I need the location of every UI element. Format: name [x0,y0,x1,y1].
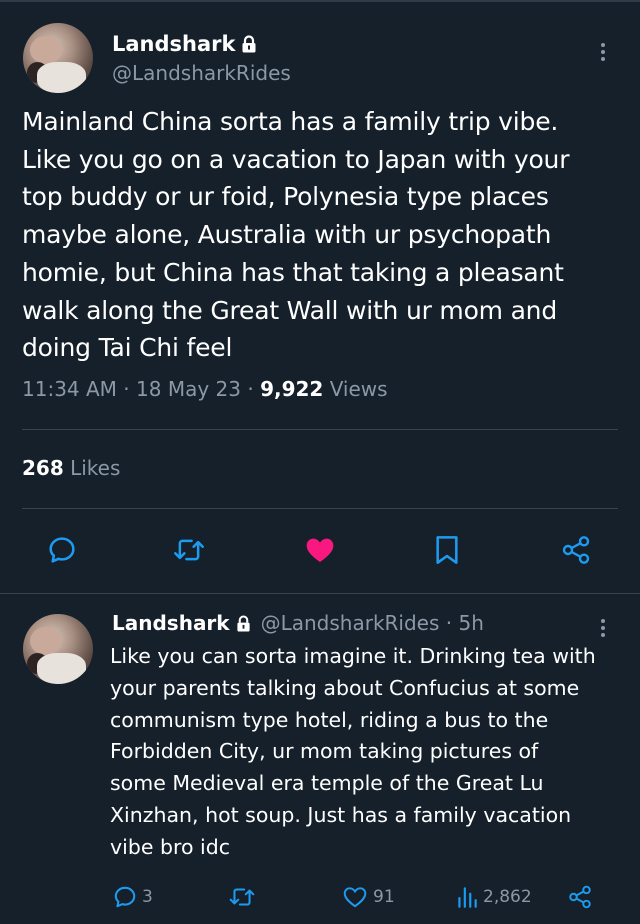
likes-label: Likes [70,456,121,480]
view-count: 2,862 [483,887,532,907]
retweet-icon [229,888,255,906]
lock-icon [237,615,250,632]
reply-count: 3 [142,887,153,907]
views-label: Views [329,377,388,401]
author-name-text: Landshark [112,32,236,56]
author-handle[interactable]: @LandsharkRides [112,61,291,85]
lock-icon [242,35,256,53]
reply-icon [114,886,136,908]
bookmark-icon [436,536,458,564]
more-icon[interactable] [601,616,605,640]
tweet-time[interactable]: 11:34 AM [22,377,117,401]
retweet-button[interactable] [172,534,206,566]
views-count: 9,922 [260,377,324,401]
share-icon [569,885,591,909]
more-icon[interactable] [601,40,605,64]
divider [22,508,618,509]
retweet-icon [174,539,204,561]
reply-button[interactable] [46,534,78,566]
bookmark-button[interactable] [433,534,461,566]
share-button[interactable] [559,534,593,566]
avatar[interactable] [23,23,93,93]
tweet-text: Mainland China sorta has a family trip v… [22,107,570,363]
reply-share-button[interactable] [566,884,594,910]
divider [22,429,618,430]
reply-views-button[interactable]: 2,862 [455,884,532,910]
like-count: 91 [373,887,395,907]
reply-icon [49,537,75,563]
reply-age[interactable]: · 5h [446,611,484,635]
share-icon [562,536,590,564]
avatar[interactable] [23,614,93,684]
author-name[interactable]: Landshark [112,32,257,56]
heart-outline-icon [343,887,367,908]
meta-separator: · [247,377,254,401]
reply-author-handle[interactable]: @LandsharkRides [261,611,440,635]
reply-header: Landshark @LandsharkRides · 5h [112,611,484,635]
reply-like-button[interactable]: 91 [341,884,395,910]
views-icon [458,887,477,908]
meta-separator: · [123,377,130,401]
reply-text: Like you can sorta imagine it. Drinking … [110,644,596,859]
tweet-date[interactable]: 18 May 23 [136,377,241,401]
tweet-metadata: 11:34 AM · 18 May 23 · 9,922 Views [22,377,388,401]
heart-filled-icon [306,538,334,562]
like-button[interactable] [303,534,337,566]
likes-count: 268 [22,456,64,480]
reply-retweet-button[interactable] [228,884,256,910]
divider [0,593,640,594]
reply-reply-button[interactable]: 3 [112,884,153,910]
likes-stat[interactable]: 268 Likes [22,456,120,480]
reply-author-name[interactable]: Landshark [112,611,230,635]
top-border [0,0,640,2]
